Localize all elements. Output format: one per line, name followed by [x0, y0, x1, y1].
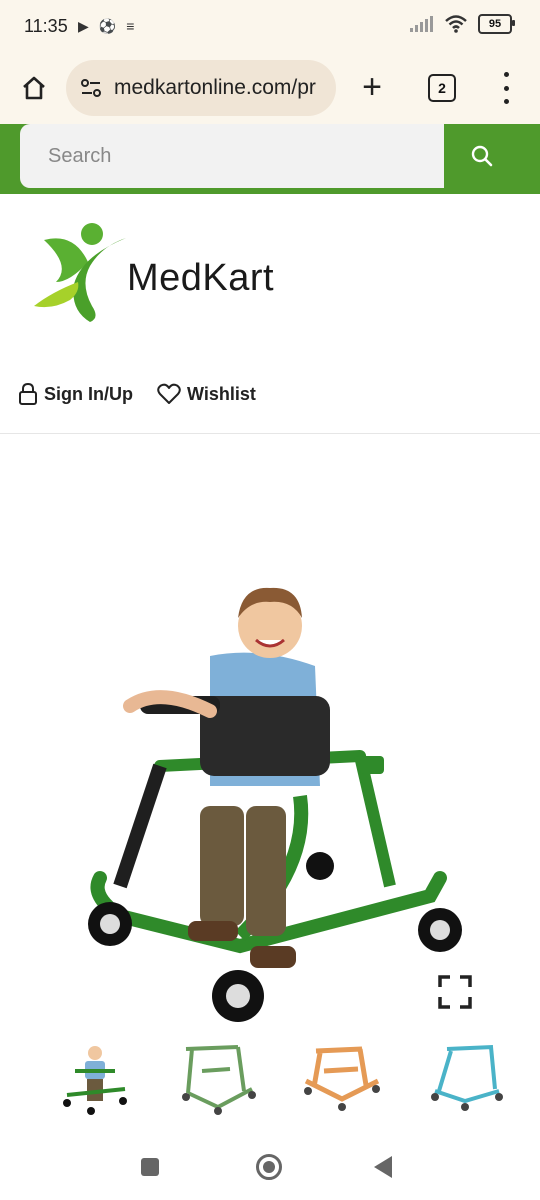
search-icon	[471, 145, 493, 167]
site-settings-icon[interactable]	[80, 77, 102, 99]
back-button[interactable]	[374, 1156, 392, 1178]
home-button[interactable]	[16, 70, 52, 106]
heart-icon	[157, 383, 181, 404]
wifi-icon	[445, 15, 467, 33]
sign-in-link[interactable]: Sign In/Up	[18, 382, 133, 406]
thumbnail-orange[interactable]	[297, 1038, 387, 1120]
lock-icon	[19, 382, 37, 405]
recents-button[interactable]	[141, 1158, 159, 1176]
signal-icon	[410, 16, 433, 32]
thumbnail-image	[303, 1046, 380, 1111]
thumbnail-blue[interactable]	[420, 1038, 510, 1120]
account-row: Sign In/Up Wishlist	[18, 382, 280, 406]
search-placeholder: Search	[48, 144, 112, 167]
battery-icon: 95	[478, 14, 515, 34]
address-bar[interactable]: medkartonline.com/pr	[66, 60, 336, 116]
soccer-ball-icon: ⚽	[98, 18, 117, 34]
browser-menu-button[interactable]	[500, 72, 512, 104]
logo-wordmark: MedKart	[127, 257, 275, 299]
new-tab-button[interactable]: +	[355, 70, 389, 104]
url-text: medkartonline.com/pr	[114, 76, 316, 99]
thumbnail-green-with-child[interactable]	[50, 1038, 140, 1120]
thumbnail-image	[63, 1046, 127, 1115]
home-icon	[23, 76, 45, 100]
thumbnail-image	[430, 1045, 503, 1111]
wishlist-label: Wishlist	[187, 383, 256, 404]
header-divider	[0, 433, 540, 434]
status-bar: 11:35 ▶ ⚽ ≡ 95	[0, 0, 540, 56]
system-navigation-bar	[0, 1132, 540, 1200]
thumbnail-image	[182, 1045, 257, 1115]
status-time: 11:35	[24, 16, 68, 36]
search-button[interactable]	[444, 124, 520, 188]
browser-toolbar: medkartonline.com/pr + 2	[0, 56, 540, 124]
wishlist-link[interactable]: Wishlist	[157, 383, 256, 405]
product-image[interactable]	[60, 566, 480, 1036]
fullscreen-icon[interactable]	[438, 975, 472, 1009]
search-band: Search	[0, 124, 540, 194]
status-notification-icons: ▶ ⚽ ≡	[78, 18, 134, 35]
product-thumbnails	[50, 1038, 510, 1120]
medkart-logo[interactable]: MedKart	[30, 222, 300, 326]
tab-switcher-button[interactable]: 2	[428, 74, 456, 102]
sign-in-label: Sign In/Up	[44, 383, 133, 404]
layers-icon: ≡	[126, 18, 135, 34]
thumbnail-green[interactable]	[173, 1038, 263, 1120]
search-input[interactable]: Search	[20, 124, 444, 188]
home-nav-button[interactable]	[256, 1154, 282, 1180]
play-icon: ▶	[78, 18, 89, 34]
medkart-logo-mark	[34, 223, 126, 322]
